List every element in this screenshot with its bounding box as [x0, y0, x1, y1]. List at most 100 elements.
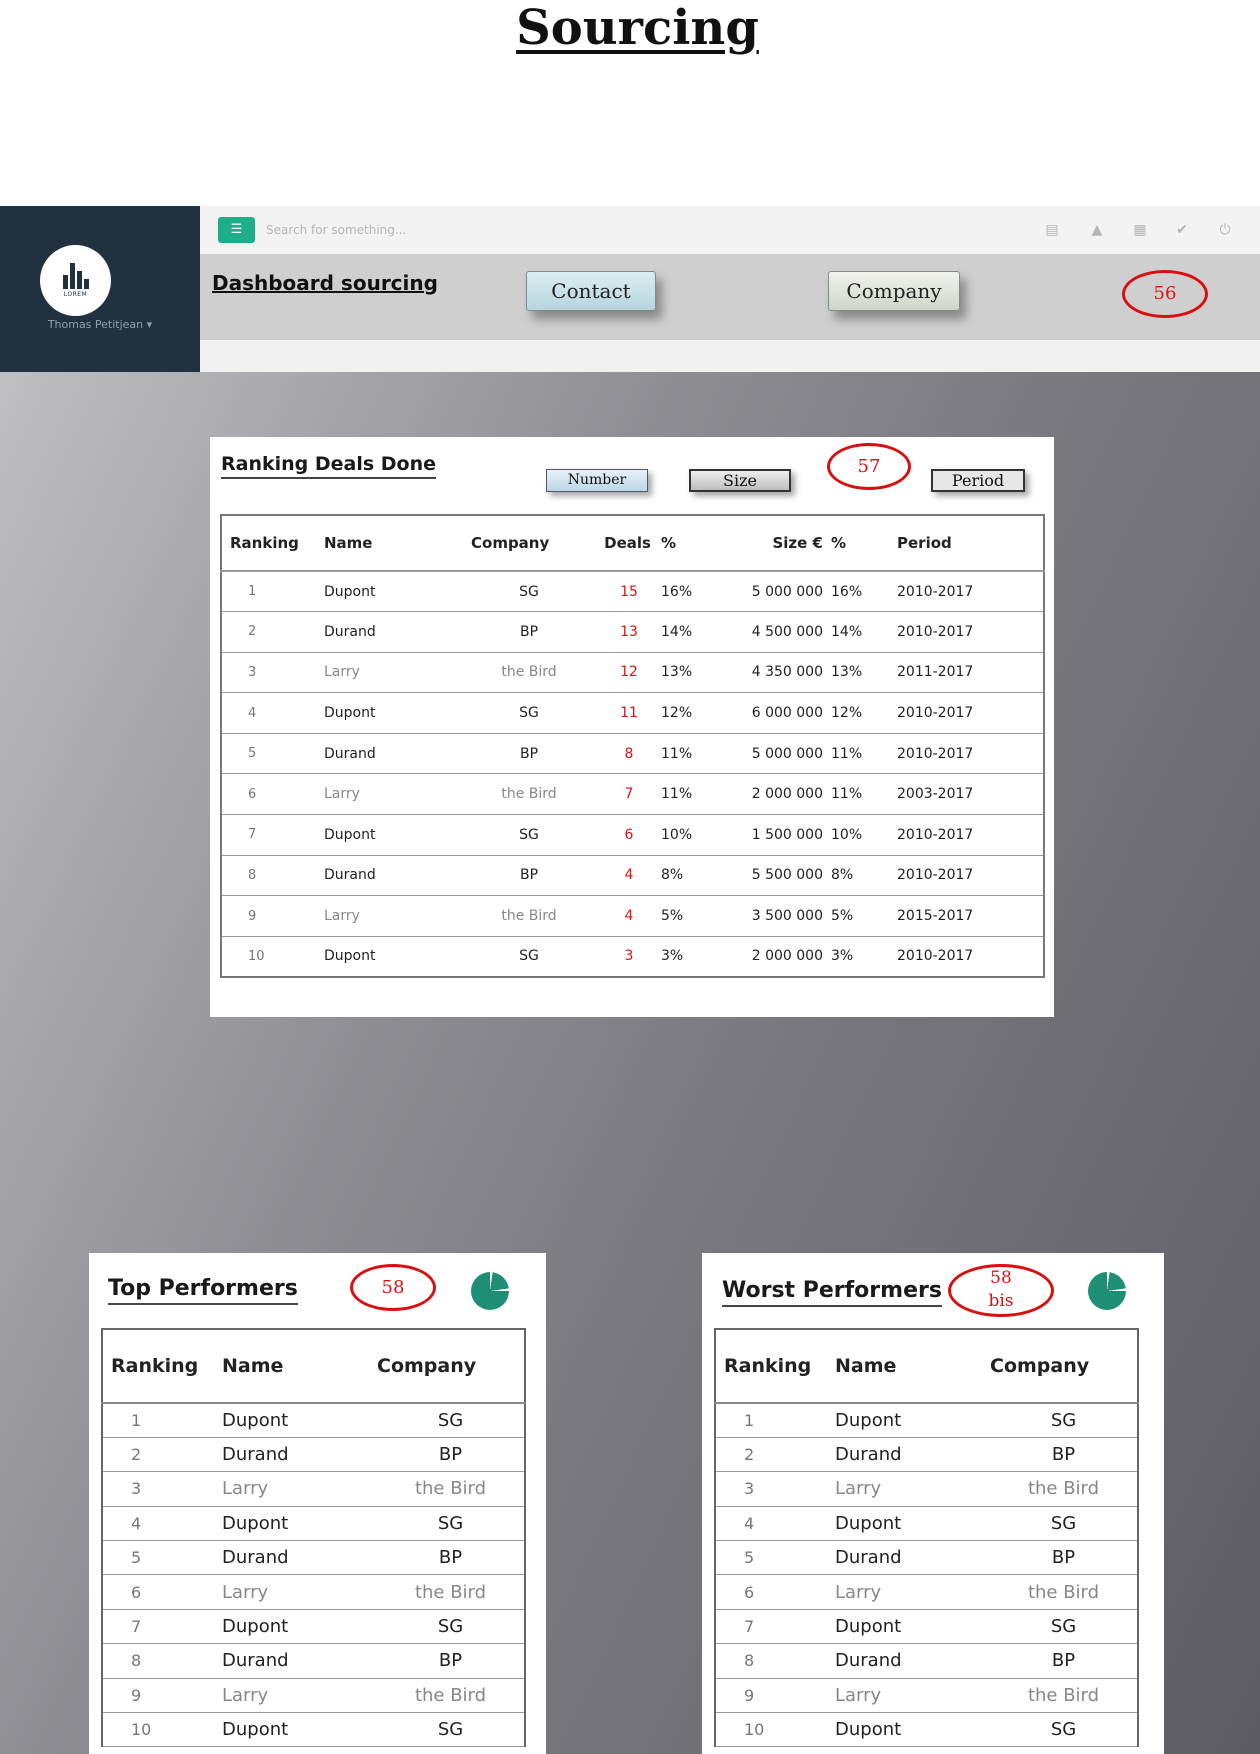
power-icon[interactable]: ⏻: [1215, 220, 1235, 240]
table-row[interactable]: 5 Durand BP: [102, 1540, 525, 1576]
column-header[interactable]: Company: [990, 1329, 1138, 1404]
table-row[interactable]: 6 Larry the Bird: [102, 1574, 525, 1610]
page-title: Sourcing: [516, 0, 759, 56]
pie-chart-icon[interactable]: [471, 1272, 509, 1310]
name-cell: Durand: [222, 1540, 377, 1576]
column-header[interactable]: Size €: [735, 515, 831, 572]
name-cell: Dupont: [222, 1506, 377, 1542]
name-cell: Larry: [324, 773, 461, 816]
deals-cell: 4: [597, 855, 661, 897]
column-header[interactable]: Name: [324, 515, 461, 572]
table-row[interactable]: 7 Dupont SG: [715, 1609, 1138, 1645]
document-icon[interactable]: ▤: [1042, 220, 1062, 240]
table-row[interactable]: 9 Larry the Bird 4 5% 3 500 000 5% 2015-2017: [221, 895, 1044, 937]
annotation-line: bis: [988, 1291, 1014, 1311]
table-row[interactable]: 1 Dupont SG 15 16% 5 000 000 16% 2010-2017: [221, 571, 1044, 613]
table-row[interactable]: 1 Dupont SG: [715, 1403, 1138, 1438]
column-header[interactable]: Name: [835, 1329, 990, 1404]
table-row[interactable]: 8 Durand BP: [715, 1643, 1138, 1679]
calendar-icon[interactable]: ▦: [1130, 220, 1150, 240]
period-cell: 2010-2017: [891, 936, 1044, 978]
company-cell: the Bird: [461, 652, 597, 694]
dashboard-title: Dashboard sourcing: [212, 271, 438, 295]
rank-cell: 7: [102, 1609, 222, 1645]
rank-cell: 5: [221, 733, 324, 775]
table-row[interactable]: 6 Larry the Bird 7 11% 2 000 000 11% 2003-2017: [221, 773, 1044, 816]
table-row[interactable]: 2 Durand BP 13 14% 4 500 000 14% 2010-2017: [221, 611, 1044, 653]
deals-percent-cell: 3%: [661, 936, 735, 978]
column-header[interactable]: Company: [377, 1329, 525, 1404]
rank-cell: 3: [102, 1471, 222, 1507]
table-row[interactable]: 7 Dupont SG 6 10% 1 500 000 10% 2010-2017: [221, 814, 1044, 856]
column-header[interactable]: %: [831, 515, 891, 572]
size-cell: 5 000 000: [735, 733, 831, 775]
size-percent-cell: 5%: [831, 895, 891, 937]
table-row[interactable]: 4 Dupont SG: [102, 1506, 525, 1542]
table-row[interactable]: 2 Durand BP: [102, 1437, 525, 1473]
deals-percent-cell: 5%: [661, 895, 735, 937]
column-header[interactable]: Period: [891, 515, 1044, 572]
table-row[interactable]: 3 Larry the Bird: [715, 1471, 1138, 1507]
deals-cell: 3: [597, 936, 661, 978]
deals-cell: 6: [597, 814, 661, 856]
name-cell: Dupont: [835, 1609, 990, 1645]
deals-cell: 13: [597, 611, 661, 653]
table-row[interactable]: 10 Dupont SG: [715, 1712, 1138, 1748]
size-percent-cell: 8%: [831, 855, 891, 897]
company-cell: the Bird: [377, 1678, 525, 1714]
rank-cell: 10: [102, 1712, 222, 1748]
deals-percent-cell: 8%: [661, 855, 735, 897]
table-row[interactable]: 6 Larry the Bird: [715, 1574, 1138, 1610]
column-header[interactable]: Company: [461, 515, 597, 572]
table-row[interactable]: 10 Dupont SG 3 3% 2 000 000 3% 2010-2017: [221, 936, 1044, 978]
table-row[interactable]: 2 Durand BP: [715, 1437, 1138, 1473]
pie-chart-icon[interactable]: [1088, 1272, 1126, 1310]
size-toggle[interactable]: Size: [689, 469, 791, 492]
user-menu[interactable]: Thomas Petitjean ▾: [20, 318, 180, 331]
table-row[interactable]: 4 Dupont SG 11 12% 6 000 000 12% 2010-2017: [221, 692, 1044, 734]
rank-cell: 3: [715, 1471, 835, 1507]
table-row[interactable]: 7 Dupont SG: [102, 1609, 525, 1645]
company-logo[interactable]: LOREM: [40, 245, 111, 316]
column-header[interactable]: Name: [222, 1329, 377, 1404]
table-row[interactable]: 5 Durand BP: [715, 1540, 1138, 1576]
size-percent-cell: 11%: [831, 773, 891, 816]
table-row[interactable]: 3 Larry the Bird: [102, 1471, 525, 1507]
table-row[interactable]: 10 Dupont SG: [102, 1712, 525, 1748]
size-percent-cell: 16%: [831, 571, 891, 613]
rank-cell: 5: [102, 1540, 222, 1576]
number-toggle[interactable]: Number: [546, 469, 648, 492]
company-cell: SG: [990, 1403, 1138, 1438]
check-icon[interactable]: ✔: [1172, 220, 1192, 240]
table-row[interactable]: 5 Durand BP 8 11% 5 000 000 11% 2010-2017: [221, 733, 1044, 775]
period-cell: 2010-2017: [891, 571, 1044, 613]
deals-percent-cell: 13%: [661, 652, 735, 694]
company-cell: SG: [377, 1712, 525, 1748]
table-row[interactable]: 8 Durand BP: [102, 1643, 525, 1679]
search-input[interactable]: [266, 216, 566, 244]
size-cell: 2 000 000: [735, 936, 831, 978]
rank-cell: 10: [715, 1712, 835, 1748]
column-header[interactable]: Deals: [597, 515, 661, 572]
name-cell: Dupont: [324, 692, 461, 734]
column-header[interactable]: %: [661, 515, 735, 572]
period-toggle[interactable]: Period: [931, 469, 1025, 492]
size-cell: 1 500 000: [735, 814, 831, 856]
table-row[interactable]: 3 Larry the Bird 12 13% 4 350 000 13% 2011-2017: [221, 652, 1044, 694]
table-row[interactable]: 1 Dupont SG: [102, 1403, 525, 1438]
size-cell: 5 500 000: [735, 855, 831, 897]
column-header[interactable]: Ranking: [715, 1329, 835, 1404]
rank-cell: 6: [102, 1574, 222, 1610]
company-button[interactable]: Company: [828, 271, 960, 311]
user-icon[interactable]: ▲: [1087, 220, 1107, 240]
table-row[interactable]: 9 Larry the Bird: [102, 1678, 525, 1714]
hamburger-icon[interactable]: ☰: [218, 217, 255, 243]
table-row[interactable]: 8 Durand BP 4 8% 5 500 000 8% 2010-2017: [221, 855, 1044, 897]
table-row[interactable]: 9 Larry the Bird: [715, 1678, 1138, 1714]
column-header[interactable]: Ranking: [221, 515, 324, 572]
contact-button[interactable]: Contact: [526, 271, 656, 311]
column-header[interactable]: Ranking: [102, 1329, 222, 1404]
table-row[interactable]: 4 Dupont SG: [715, 1506, 1138, 1542]
deals-cell: 12: [597, 652, 661, 694]
annotation-56: 56: [1122, 270, 1208, 318]
